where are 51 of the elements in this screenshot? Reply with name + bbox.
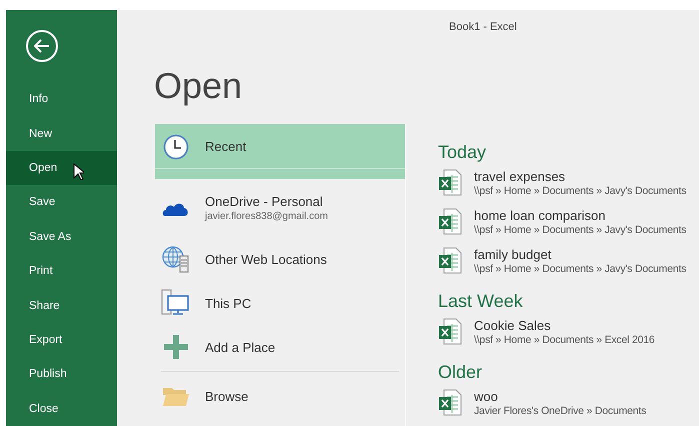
file-name[interactable]: family budget (474, 246, 686, 262)
place-item[interactable]: This PC (155, 281, 405, 325)
folder-icon (162, 385, 190, 407)
page-title: Open (154, 66, 244, 106)
sidebar-item[interactable]: Publish (6, 357, 117, 392)
file-name[interactable]: home loan comparison (474, 208, 686, 222)
group-heading: Last Week (438, 290, 524, 312)
file-path: \\psf » Home » Documents » Excel 2016 (474, 334, 655, 346)
spreadsheet-file-icon (438, 247, 462, 274)
group-heading: Older (438, 361, 484, 383)
place-label: Recent (205, 139, 246, 154)
spreadsheet-file-icon (438, 169, 462, 196)
window-title: Book1 - Excel (449, 21, 517, 33)
place-label: Browse (205, 388, 248, 404)
account-email: javier.flores838@gmail.com (205, 211, 328, 222)
place-label: Other Web Locations (205, 252, 327, 266)
globe-server-icon (161, 244, 191, 274)
sidebar-item[interactable]: Open (6, 150, 117, 186)
file-path: Javier Flores's OneDrive » Documents (474, 404, 646, 416)
spreadsheet-file-icon (438, 318, 462, 345)
sidebar-item[interactable]: Export (6, 322, 117, 358)
file-path: \\psf » Home » Documents » Javy's Documents (474, 224, 686, 236)
back-button[interactable] (26, 30, 58, 62)
group-heading: Today (438, 141, 488, 163)
back-arrow-icon (34, 39, 50, 53)
place-item[interactable]: Recent (155, 124, 405, 179)
file-name[interactable]: Cookie Sales (474, 318, 655, 332)
spreadsheet-file-icon (438, 208, 462, 235)
place-label: OneDrive - Personal (205, 194, 324, 209)
computer-icon (161, 289, 191, 317)
file-path: \\psf » Home » Documents » Javy's Documents (474, 184, 686, 196)
plus-icon (164, 335, 188, 359)
place-item[interactable]: Browse (155, 376, 405, 416)
place-item[interactable]: Other Web Locations (155, 237, 405, 281)
file-name[interactable]: woo (474, 388, 646, 404)
file-path: \\psf » Home » Documents » Javy's Documents (474, 262, 686, 274)
sidebar-item[interactable]: Info (6, 82, 117, 116)
sidebar-item[interactable]: Close (6, 392, 117, 426)
place-item[interactable]: Add a Place (155, 325, 405, 369)
sidebar-item[interactable]: Save (6, 185, 117, 220)
sidebar-item[interactable]: New (6, 116, 117, 151)
cursor-icon (73, 163, 84, 180)
place-label: This PC (205, 296, 252, 310)
sidebar-item[interactable]: Save As (6, 220, 117, 254)
place-label: Add a Place (205, 340, 276, 354)
clock-icon (163, 134, 189, 160)
place-item[interactable]: OneDrive - Personal javier.flores838@gmail.com (155, 179, 405, 237)
file-name[interactable]: travel expenses (474, 168, 686, 184)
spreadsheet-file-icon (438, 389, 462, 416)
sidebar-item[interactable]: Print (6, 254, 117, 288)
sidebar-item[interactable]: Share (6, 288, 117, 323)
